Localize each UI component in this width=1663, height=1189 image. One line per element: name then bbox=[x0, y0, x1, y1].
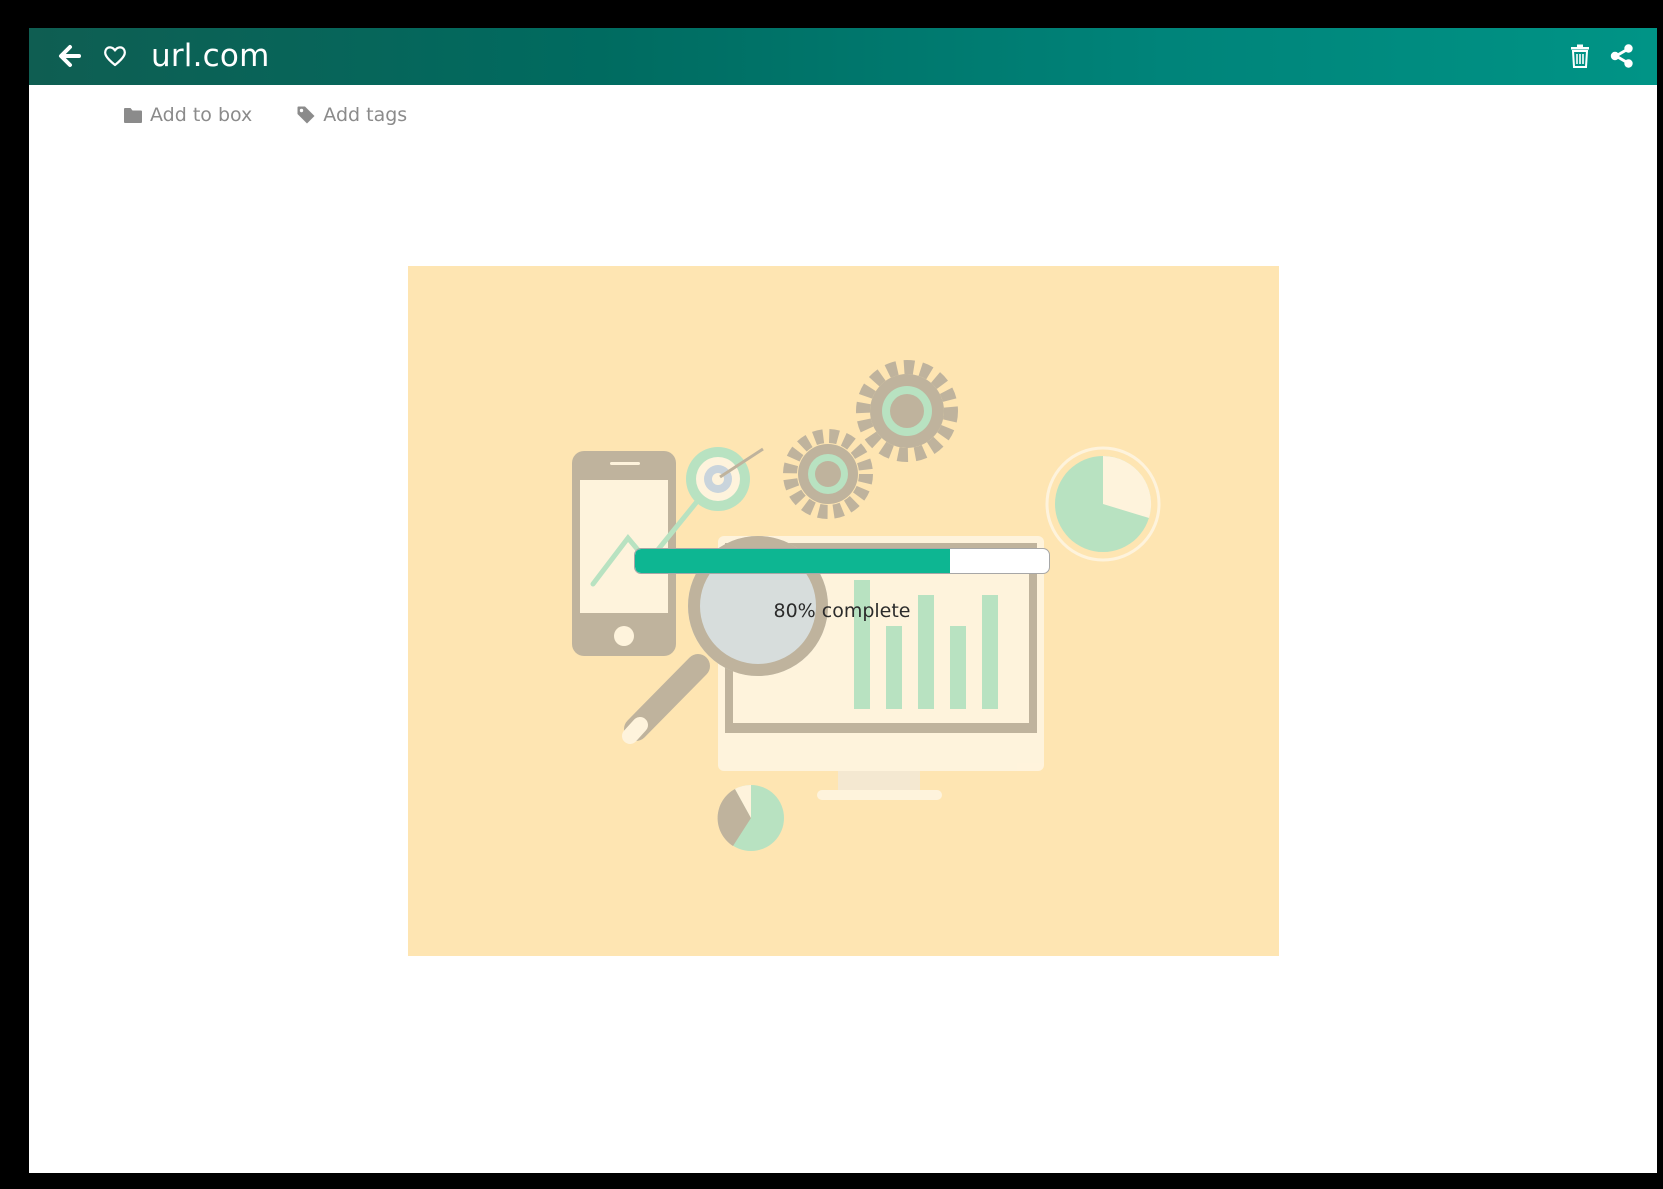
delete-button[interactable] bbox=[1567, 42, 1593, 70]
back-button[interactable] bbox=[57, 42, 83, 70]
share-icon bbox=[1610, 44, 1633, 68]
add-to-box-label: Add to box bbox=[150, 104, 253, 126]
add-tags-label: Add tags bbox=[323, 104, 408, 126]
share-button[interactable] bbox=[1609, 42, 1635, 70]
add-to-box-button[interactable]: Add to box bbox=[123, 104, 252, 126]
top-bar: url.com bbox=[29, 28, 1657, 85]
favorite-button[interactable] bbox=[101, 42, 129, 70]
trash-icon bbox=[1571, 44, 1589, 68]
page-title: url.com bbox=[151, 38, 270, 74]
progress-bar-fill bbox=[635, 549, 950, 573]
folder-icon bbox=[124, 107, 142, 123]
add-tags-button[interactable]: Add tags bbox=[296, 104, 407, 126]
tag-icon bbox=[297, 106, 315, 124]
app-screen: url.com Add to box Add tags 80% complete bbox=[29, 28, 1657, 1173]
preview-card: 80% complete bbox=[408, 266, 1279, 956]
progress-bar bbox=[634, 548, 1050, 574]
heart-outline-icon bbox=[104, 46, 126, 67]
item-actions: Add to box Add tags bbox=[123, 100, 451, 130]
arrow-left-icon bbox=[59, 45, 81, 67]
progress-label: 80% complete bbox=[773, 600, 911, 622]
